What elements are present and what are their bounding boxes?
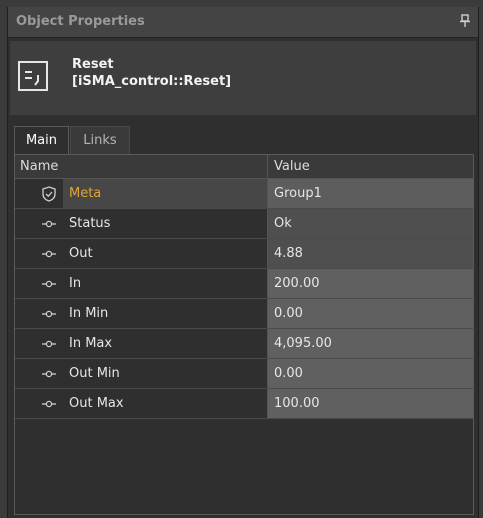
component-name: Reset (72, 57, 114, 72)
property-value[interactable]: 0.00 (267, 359, 473, 388)
property-name: In (69, 276, 82, 291)
property-name: Meta (63, 179, 267, 208)
column-header-name[interactable]: Name (20, 159, 58, 174)
property-name: Out Max (69, 396, 124, 411)
property-row-in-min[interactable]: In Min 0.00 (15, 299, 473, 329)
component-type: [iSMA_control::Reset] (72, 74, 232, 89)
shield-check-icon (42, 186, 56, 202)
property-row-out-max[interactable]: Out Max 100.00 (15, 389, 473, 419)
slot-connector-icon (42, 370, 56, 378)
reset-component-icon (18, 61, 48, 91)
slot-connector-icon (42, 220, 56, 228)
tab-main[interactable]: Main (14, 126, 69, 154)
component-header: Reset [iSMA_control::Reset] (10, 41, 476, 115)
property-value[interactable]: 4.88 (267, 239, 473, 268)
property-name: Out (69, 246, 93, 261)
property-row-out-min[interactable]: Out Min 0.00 (15, 359, 473, 389)
object-properties-panel: Object Properties Reset [iSMA_control::R… (7, 7, 479, 518)
panel-title: Object Properties (16, 14, 145, 29)
property-value[interactable]: Group1 (267, 179, 473, 208)
slot-connector-icon (42, 280, 56, 288)
property-row-meta[interactable]: Meta Group1 (15, 179, 473, 209)
property-row-in-max[interactable]: In Max 4,095.00 (15, 329, 473, 359)
property-name: In Max (69, 336, 113, 351)
property-row-out[interactable]: Out 4.88 (15, 239, 473, 269)
column-header-value[interactable]: Value (267, 155, 473, 178)
property-value[interactable]: 200.00 (267, 269, 473, 298)
pin-icon[interactable] (460, 14, 470, 28)
slot-connector-icon (42, 250, 56, 258)
property-value[interactable]: 0.00 (267, 299, 473, 328)
slot-connector-icon (42, 400, 56, 408)
slot-connector-icon (42, 310, 56, 318)
grid-header: Name Value (15, 155, 473, 179)
property-row-status[interactable]: Status Ok (15, 209, 473, 239)
panel-titlebar: Object Properties (8, 7, 478, 38)
property-value[interactable]: 100.00 (267, 389, 473, 418)
property-name: Out Min (69, 366, 120, 381)
property-name: Status (69, 216, 111, 231)
tab-links[interactable]: Links (70, 126, 130, 154)
property-row-in[interactable]: In 200.00 (15, 269, 473, 299)
property-grid: Name Value Meta Group1 Status Ok Out 4.8… (14, 154, 474, 515)
property-name: In Min (69, 306, 109, 321)
property-value[interactable]: 4,095.00 (267, 329, 473, 358)
property-tabs: Main Links (14, 126, 474, 154)
slot-connector-icon (42, 340, 56, 348)
property-value[interactable]: Ok (267, 209, 473, 238)
